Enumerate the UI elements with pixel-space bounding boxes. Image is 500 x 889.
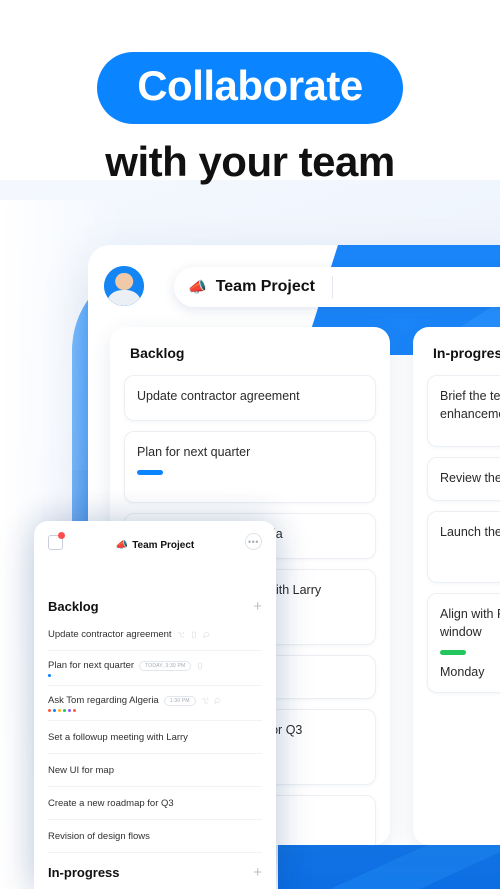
task-avatar[interactable] [341,611,363,633]
member-avatar[interactable] [459,275,484,300]
notification-dot [58,532,65,539]
list-item[interactable]: New UI for map [48,754,262,787]
mobile-add-backlog-button[interactable]: + [253,599,262,614]
task-card[interactable]: Update contractor agreement [124,375,376,421]
doc-icon [198,662,203,669]
flow-icon [201,697,209,703]
task-avatar[interactable] [341,837,363,845]
list-item[interactable]: Ask Tom regarding Algeria 1:30 PM [48,686,262,721]
member-avatar[interactable] [375,275,400,300]
list-item-label: New UI for map [48,765,114,776]
chip-divider [331,276,333,298]
member-avatar[interactable] [117,566,138,587]
list-item-label: Plan for next quarter [48,660,135,671]
task-avatar[interactable] [341,525,363,547]
doc-icon [191,631,196,638]
project-title-chip[interactable]: 📣 Team Project [174,267,500,307]
task-card[interactable]: Review the Q2 numbers [427,457,500,501]
member-avatar[interactable] [403,275,428,300]
member-avatar[interactable] [163,566,184,587]
member-avatar[interactable] [71,566,92,587]
member-avatar[interactable] [487,275,500,300]
mobile-add-in-progress-button[interactable]: + [253,865,262,880]
member-avatar[interactable] [209,566,230,587]
tag-dots [48,674,204,677]
list-item[interactable]: Set a followup meeting with Larry [48,721,262,754]
mobile-title-group: 📣 Team Project [116,540,195,551]
mobile-section-header-in-progress: In-progress + [48,865,262,880]
headline-pill: Collaborate [97,52,403,124]
list-item-label: Ask Tom regarding Algeria [48,695,159,706]
more-horizontal-icon[interactable]: ••• [245,533,262,550]
member-avatar[interactable] [186,566,207,587]
list-item-avatar[interactable] [248,797,262,811]
add-task-button-in-progress[interactable]: + [427,703,500,735]
member-avatar[interactable] [94,566,115,587]
member-avatar[interactable] [431,275,456,300]
due-date-pill: 1:30 PM [163,695,196,706]
mobile-project-title: Team Project [132,539,195,551]
list-item-label: Revision of design flows [48,831,150,842]
project-title: Team Project [215,278,315,295]
task-progress-bar [440,650,466,656]
task-text: Update contractor agreement [137,389,300,403]
task-progress-bar [137,470,163,476]
list-item[interactable]: Create a new roadmap for Q3 [48,787,262,820]
task-card[interactable]: Plan for next quarter [124,431,376,503]
task-text: Plan for next quarter [137,445,251,459]
list-item-label: Set a followup meeting with Larry [48,732,188,743]
task-avatar[interactable] [341,387,363,409]
member-avatar[interactable] [140,566,161,587]
task-text: Review the Q2 numbers [440,471,500,485]
mobile-header: 📣 Team Project ••• [48,532,262,557]
column-in-progress: In-progress Brief the team about the new… [413,327,500,845]
list-item-avatar[interactable] [248,731,262,745]
task-avatar[interactable] [341,751,363,773]
member-avatar[interactable] [48,566,69,587]
list-item-label: Update contractor agreement [48,629,172,640]
list-item-avatar[interactable] [248,628,262,642]
comment-icon [214,697,221,704]
list-item[interactable]: Revision of design flows [48,820,262,853]
list-item[interactable]: Update contractor agreement [48,618,262,651]
member-avatar[interactable] [347,275,372,300]
mobile-section-title: Backlog [48,599,99,614]
due-date-pill: TODAY, 3:30 PM [139,660,192,671]
list-item-avatar[interactable] [248,697,262,711]
task-card[interactable]: Align with Product on the Week 12 delive… [427,593,500,694]
mobile-card: 📣 Team Project ••• Backlog + Update cont… [34,521,276,889]
task-text: Brief the team about the new enhancement… [440,389,500,422]
comment-icon [203,631,209,638]
flow-icon [177,631,185,637]
megaphone-icon: 📣 [188,278,207,296]
list-item-label: Create a new roadmap for Q3 [48,798,174,809]
list-item-avatar[interactable] [248,830,262,844]
tag-dots [48,709,222,712]
megaphone-icon: 📣 [115,539,129,551]
mobile-avatar-row[interactable] [48,566,262,587]
mobile-section-title: In-progress [48,865,120,880]
headline-block: Collaborate with your team [0,52,500,183]
headline-subtitle: with your team [105,138,395,185]
mobile-section-header-backlog: Backlog + [48,599,262,614]
column-title: In-progress [433,345,500,361]
column-title: Backlog [130,345,185,361]
task-text: Launch the new marketing assets [440,525,500,539]
task-subtext: Monday [440,665,485,680]
task-card[interactable]: Launch the new marketing assets [427,511,500,583]
member-avatar[interactable] [232,566,253,587]
list-item[interactable]: Plan for next quarter TODAY, 3:30 PM [48,651,262,686]
member-avatar-row[interactable] [344,275,500,300]
task-text: Align with Product on the Week 12 delive… [440,607,500,640]
task-card[interactable]: Brief the team about the new enhancement… [427,375,500,447]
promo-graphic: Collaborate with your team 📣 Team Projec… [0,0,500,889]
